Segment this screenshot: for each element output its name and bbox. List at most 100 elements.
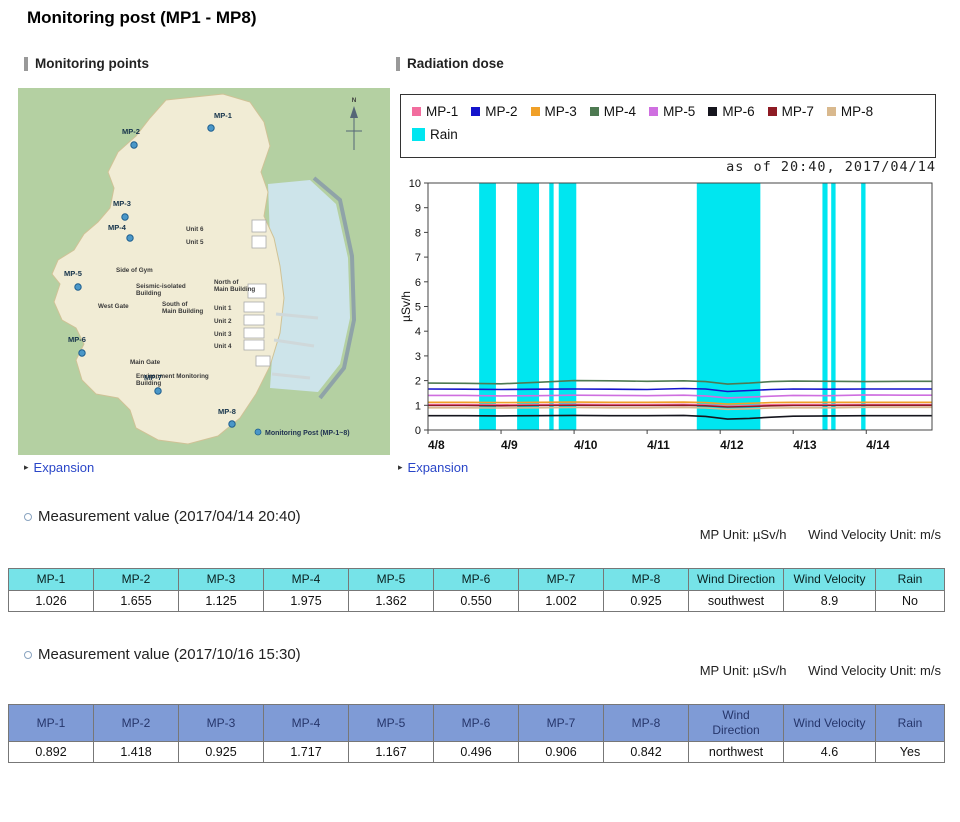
legend-swatch-icon [649, 107, 658, 116]
legend-item-mp-4: MP-4 [590, 104, 636, 119]
unit-note-2: MP Unit: µSv/h Wind Velocity Unit: m/s [700, 663, 941, 678]
mp-label-mp-2: MP-2 [122, 127, 140, 136]
section-title-radiation-dose: Radiation dose [407, 56, 504, 71]
x-tick-label: 4/14 [866, 438, 890, 452]
legend-swatch-icon [412, 107, 421, 116]
mp-dot-mp-7 [155, 388, 161, 394]
building [256, 356, 270, 366]
table-cell: 1.362 [349, 591, 434, 612]
y-tick-label: 3 [415, 351, 421, 363]
table-cell: 1.717 [264, 742, 349, 763]
rain-band [861, 184, 865, 430]
legend-swatch-icon [590, 107, 599, 116]
section-header-monitoring-points: Monitoring points [24, 56, 149, 71]
table-cell: 1.125 [179, 591, 264, 612]
table-cell: 0.925 [604, 591, 689, 612]
column-header: MP-4 [264, 705, 349, 742]
table-cell: 0.496 [434, 742, 519, 763]
x-tick-label: 4/11 [647, 438, 670, 452]
map-building-label: Main Gate [130, 359, 161, 366]
section-title-monitoring-points: Monitoring points [35, 56, 149, 71]
unit-note-1: MP Unit: µSv/h Wind Velocity Unit: m/s [700, 527, 941, 542]
legend-item-mp-8: MP-8 [827, 104, 873, 119]
y-tick-label: 9 [415, 203, 421, 215]
column-header: MP-5 [349, 569, 434, 591]
measurement-table-2: MP-1MP-2MP-3MP-4MP-5MP-6MP-7MP-8Wind Dir… [8, 704, 945, 763]
table-cell: southwest [689, 591, 784, 612]
y-tick-label: 4 [415, 326, 421, 338]
legend-swatch-icon [471, 107, 480, 116]
column-header: MP-1 [9, 569, 94, 591]
section-bar-icon [396, 57, 400, 71]
triangle-icon: ▸ [398, 462, 403, 473]
table-cell: 1.975 [264, 591, 349, 612]
rain-band [822, 184, 827, 430]
rain-band [831, 184, 835, 430]
legend-item-mp-1: MP-1 [412, 104, 458, 119]
column-header: MP-7 [519, 569, 604, 591]
mp-dot-mp-2 [131, 142, 137, 148]
legend-label: MP-5 [663, 104, 695, 119]
circle-icon [24, 651, 32, 659]
map-building-label: Side of Gym [116, 267, 153, 274]
column-header: Wind Velocity [784, 569, 876, 591]
measurement-heading-1: Measurement value (2017/04/14 20:40) [24, 508, 301, 525]
measurement-title-2: Measurement value (2017/10/16 15:30) [38, 646, 301, 663]
legend-label: MP-2 [485, 104, 517, 119]
table-cell: 1.026 [9, 591, 94, 612]
measurement-table-1: MP-1MP-2MP-3MP-4MP-5MP-6MP-7MP-8Wind Dir… [8, 568, 945, 612]
mp-unit-label: MP Unit: µSv/h [700, 663, 787, 678]
legend-item-mp-2: MP-2 [471, 104, 517, 119]
section-bar-icon [24, 57, 28, 71]
rain-band [517, 184, 539, 430]
y-tick-label: 8 [415, 227, 421, 239]
triangle-icon: ▸ [24, 462, 29, 473]
map-legend-dot-icon [255, 429, 261, 435]
column-header: Rain [876, 705, 945, 742]
column-header: MP-7 [519, 705, 604, 742]
page-title: Monitoring post (MP1 - MP8) [27, 8, 256, 28]
chart-timestamp: as of 20:40, 2017/04/14 [500, 159, 936, 175]
chart-legend: MP-1MP-2MP-3MP-4MP-5MP-6MP-7MP-8 Rain [400, 94, 936, 158]
mp-label-mp-4: MP-4 [108, 223, 127, 232]
column-header: MP-4 [264, 569, 349, 591]
mp-label-mp-8: MP-8 [218, 407, 236, 416]
map-building-label: Unit 5 [186, 239, 204, 246]
y-tick-label: 5 [415, 302, 421, 314]
building [252, 236, 266, 248]
mp-dot-mp-1 [208, 125, 214, 131]
table-cell: 0.842 [604, 742, 689, 763]
legend-label: MP-4 [604, 104, 636, 119]
column-header: MP-2 [94, 569, 179, 591]
legend-item-mp-3: MP-3 [531, 104, 577, 119]
mp-dot-mp-8 [229, 421, 235, 427]
legend-swatch-icon [531, 107, 540, 116]
map-expansion-link[interactable]: ▸ Expansion [24, 460, 94, 475]
legend-label: Rain [430, 127, 458, 142]
table-cell: 4.6 [784, 742, 876, 763]
mp-dot-mp-4 [127, 235, 133, 241]
mp-label-mp-7: MP-7 [144, 373, 162, 382]
chart-expansion-link[interactable]: ▸ Expansion [398, 460, 468, 475]
x-tick-label: 4/8 [428, 438, 445, 452]
y-tick-label: 1 [415, 400, 421, 412]
measurement-heading-2: Measurement value (2017/10/16 15:30) [24, 646, 301, 663]
building [244, 340, 264, 350]
legend-item-mp-7: MP-7 [768, 104, 814, 119]
legend-swatch-icon [827, 107, 836, 116]
rain-band [479, 184, 496, 430]
column-header: MP-3 [179, 569, 264, 591]
table-cell: 0.906 [519, 742, 604, 763]
column-header: MP-6 [434, 705, 519, 742]
column-header: Wind Velocity [784, 705, 876, 742]
table-cell: 0.892 [9, 742, 94, 763]
legend-label: MP-8 [841, 104, 873, 119]
chart-legend-row-1: MP-1MP-2MP-3MP-4MP-5MP-6MP-7MP-8 [412, 104, 924, 119]
table-cell: 1.002 [519, 591, 604, 612]
table-header-row: MP-1MP-2MP-3MP-4MP-5MP-6MP-7MP-8Wind Dir… [9, 705, 945, 742]
x-tick-label: 4/9 [501, 438, 518, 452]
column-header: Wind Direction [689, 705, 784, 742]
map-building-label: Unit 3 [214, 331, 232, 338]
legend-label: MP-1 [426, 104, 458, 119]
map-building-label: Unit 6 [186, 226, 204, 233]
